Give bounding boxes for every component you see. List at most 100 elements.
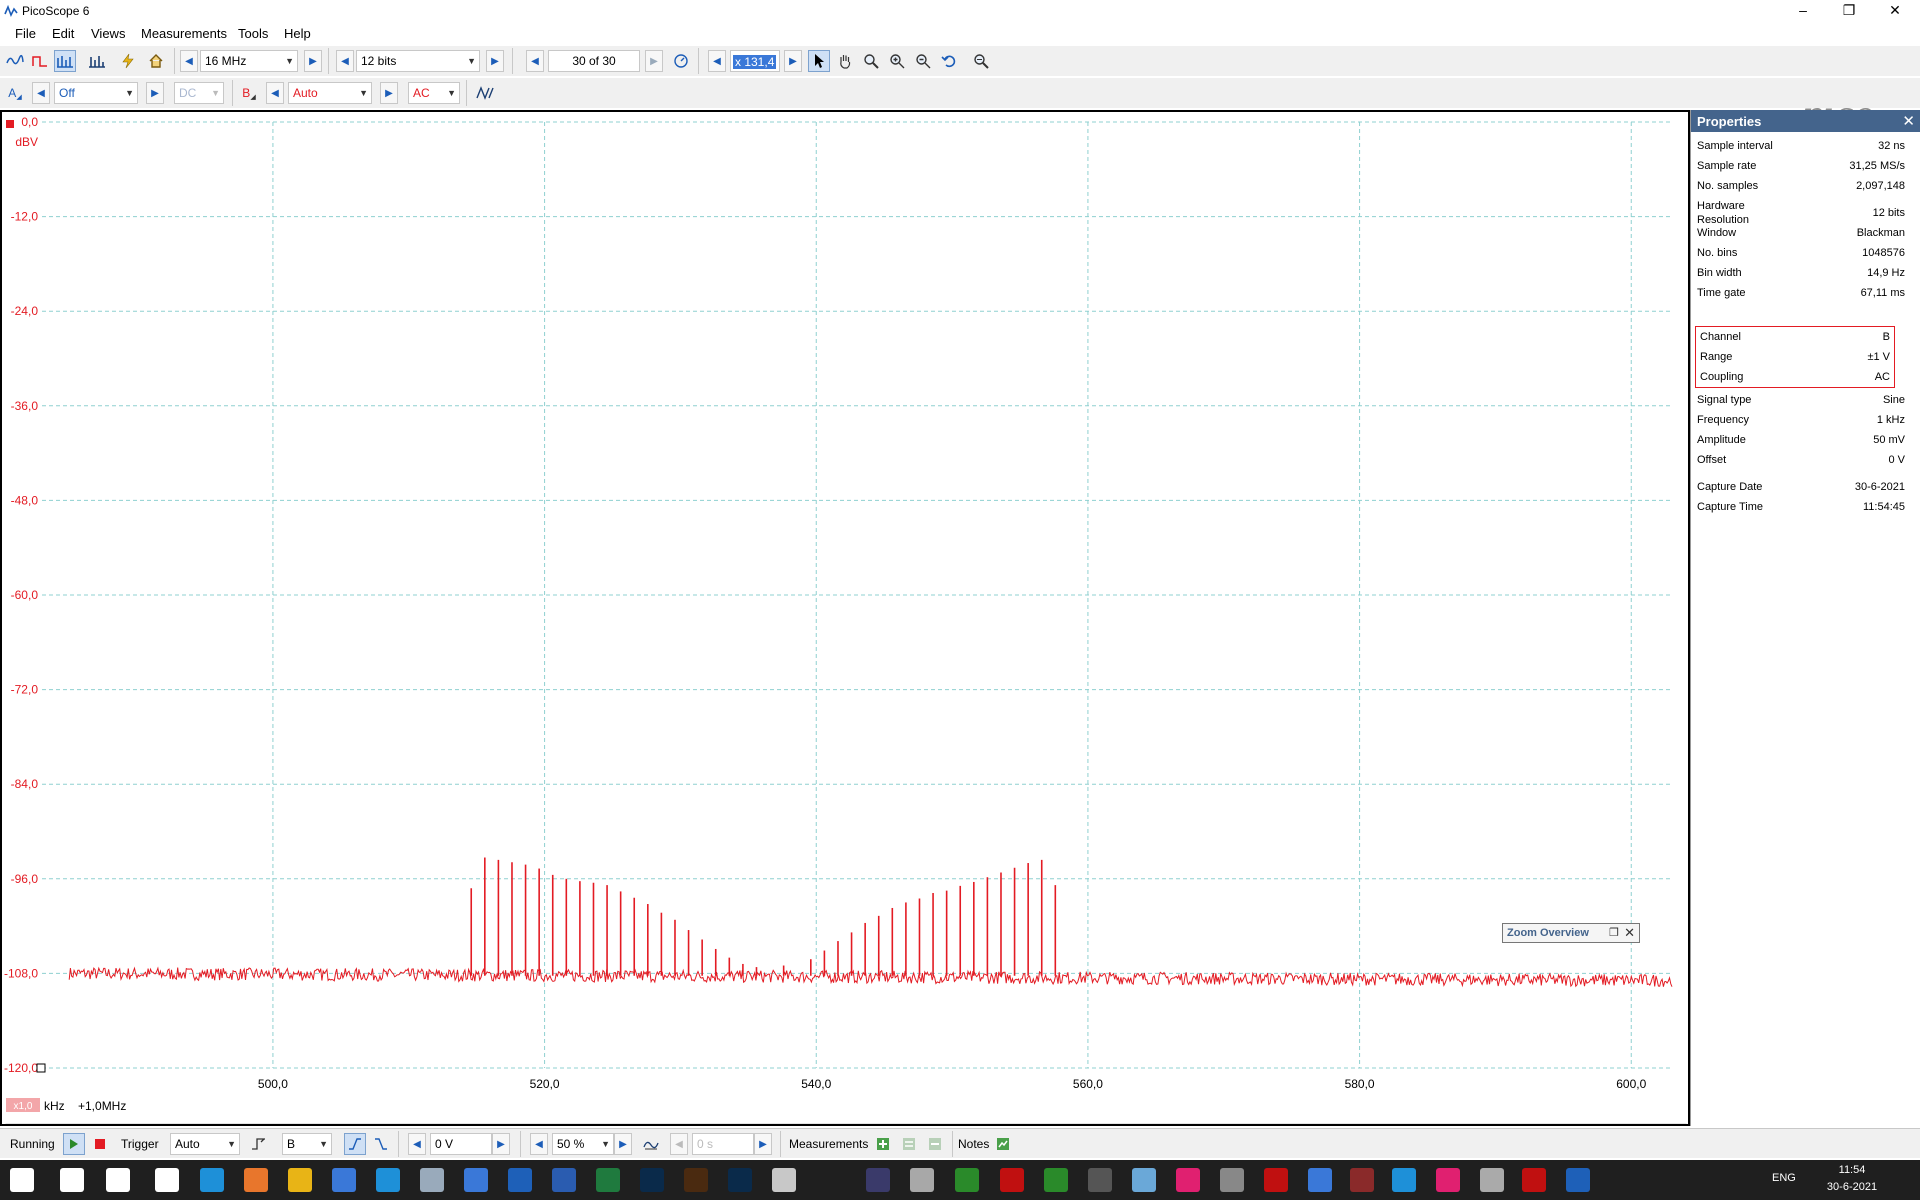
- resolution-select[interactable]: 12 bits ▼: [356, 50, 480, 72]
- app-icon[interactable]: [1132, 1168, 1156, 1192]
- pretrigger-prev[interactable]: ◀: [530, 1133, 548, 1155]
- bandwidth-next-button[interactable]: ▶: [304, 50, 322, 72]
- clock-time[interactable]: 11:54: [1822, 1164, 1882, 1176]
- photoshop-icon[interactable]: [640, 1168, 664, 1192]
- undo-zoom-icon[interactable]: [938, 50, 960, 72]
- channel-b-range-select[interactable]: Auto ▼: [288, 82, 372, 104]
- menu-views[interactable]: Views: [91, 26, 125, 41]
- menu-tools[interactable]: Tools: [238, 26, 268, 41]
- app-icon[interactable]: [1350, 1168, 1374, 1192]
- properties-close-icon[interactable]: ✕: [1902, 112, 1915, 130]
- delay-next[interactable]: ▶: [754, 1133, 772, 1155]
- app-icon[interactable]: [1566, 1168, 1590, 1192]
- close-button[interactable]: ✕: [1872, 0, 1918, 22]
- start-button[interactable]: [63, 1133, 85, 1155]
- zoom-out-icon[interactable]: [912, 50, 934, 72]
- app-icon[interactable]: [910, 1168, 934, 1192]
- zoom-next-button[interactable]: ▶: [784, 50, 802, 72]
- math-channels-icon[interactable]: [474, 82, 496, 104]
- task-view-icon[interactable]: [155, 1168, 179, 1192]
- picoscope-taskbar-icon[interactable]: [1308, 1168, 1332, 1192]
- edge-icon[interactable]: [200, 1168, 224, 1192]
- minimize-button[interactable]: –: [1780, 0, 1826, 22]
- cortana-icon[interactable]: [106, 1168, 130, 1192]
- ie-icon[interactable]: [376, 1168, 400, 1192]
- bridge-icon[interactable]: [684, 1168, 708, 1192]
- app-icon[interactable]: [1436, 1168, 1460, 1192]
- calculator-icon[interactable]: [464, 1168, 488, 1192]
- app-icon[interactable]: [772, 1168, 796, 1192]
- persistence-mode-icon[interactable]: [29, 50, 51, 72]
- auto-setup-icon[interactable]: [117, 50, 139, 72]
- zoom-overview-close-icon[interactable]: ✕: [1624, 925, 1635, 941]
- channel-b-range-next[interactable]: ▶: [380, 82, 398, 104]
- trigger-level-next[interactable]: ▶: [492, 1133, 510, 1155]
- menu-file[interactable]: File: [15, 26, 36, 41]
- app-icon[interactable]: [955, 1168, 979, 1192]
- excel-icon[interactable]: [596, 1168, 620, 1192]
- trigger-level-prev[interactable]: ◀: [408, 1133, 426, 1155]
- zoom-to-fit-icon[interactable]: [970, 50, 992, 72]
- app-icon[interactable]: [1000, 1168, 1024, 1192]
- zoom-overview-restore-icon[interactable]: ❐: [1609, 926, 1619, 939]
- buffer-next-button[interactable]: ▶: [645, 50, 663, 72]
- channel-b-coupling-select[interactable]: AC ▼: [408, 82, 460, 104]
- falling-edge-icon[interactable]: [370, 1133, 392, 1155]
- delete-measurement-icon[interactable]: [924, 1133, 946, 1155]
- delay-field[interactable]: 0 s: [692, 1133, 754, 1155]
- zoom-prev-button[interactable]: ◀: [708, 50, 726, 72]
- file-explorer-icon[interactable]: [288, 1168, 312, 1192]
- home-icon[interactable]: [145, 50, 167, 72]
- pretrigger-select[interactable]: 50 % ▼: [552, 1133, 614, 1155]
- advanced-trigger-icon[interactable]: [248, 1133, 270, 1155]
- lightroom-icon[interactable]: [728, 1168, 752, 1192]
- zoom-overview-panel[interactable]: Zoom Overview ❐ ✕: [1502, 923, 1640, 943]
- menu-help[interactable]: Help: [284, 26, 311, 41]
- scope-mode-icon[interactable]: [4, 50, 26, 72]
- menu-measurements[interactable]: Measurements: [141, 26, 227, 41]
- buffer-prev-button[interactable]: ◀: [526, 50, 544, 72]
- spectrum-view[interactable]: 0,0 -12,0 -24,0 -36,0 -48,0 -60,0 -72,0 -84,0 -9…: [0, 110, 1690, 1126]
- outlook-icon[interactable]: [508, 1168, 532, 1192]
- delay-prev[interactable]: ◀: [670, 1133, 688, 1155]
- app-icon[interactable]: [1264, 1168, 1288, 1192]
- notes-icon[interactable]: [992, 1133, 1014, 1155]
- bandwidth-prev-button[interactable]: ◀: [180, 50, 198, 72]
- pretrigger-next[interactable]: ▶: [614, 1133, 632, 1155]
- channel-a-range-next[interactable]: ▶: [146, 82, 164, 104]
- firefox-icon[interactable]: [244, 1168, 268, 1192]
- rising-edge-icon[interactable]: [344, 1133, 366, 1155]
- menu-edit[interactable]: Edit: [52, 26, 74, 41]
- restore-button[interactable]: ❐: [1826, 0, 1872, 22]
- channel-a-range-select[interactable]: Off ▼: [54, 82, 138, 104]
- zoom-factor-field[interactable]: x 131,4: [730, 50, 780, 72]
- zoom-region-icon[interactable]: [860, 50, 882, 72]
- app-icon[interactable]: [1044, 1168, 1068, 1192]
- add-measurement-icon[interactable]: [872, 1133, 894, 1155]
- app-icon[interactable]: [1220, 1168, 1244, 1192]
- spectrum-view-icon[interactable]: [86, 50, 108, 72]
- windows-start-icon[interactable]: [10, 1168, 34, 1192]
- resolution-next-button[interactable]: ▶: [486, 50, 504, 72]
- trigger-source-select[interactable]: B ▼: [282, 1133, 332, 1155]
- channel-b-range-prev[interactable]: ◀: [266, 82, 284, 104]
- app-icon[interactable]: [1392, 1168, 1416, 1192]
- buffer-navigator[interactable]: 30 of 30: [548, 50, 640, 72]
- edit-measurement-icon[interactable]: [898, 1133, 920, 1155]
- settings-app-icon[interactable]: [420, 1168, 444, 1192]
- language-indicator[interactable]: ENG: [1772, 1172, 1796, 1184]
- store-icon[interactable]: [332, 1168, 356, 1192]
- trigger-mode-select[interactable]: Auto ▼: [170, 1133, 240, 1155]
- app-icon[interactable]: [1176, 1168, 1200, 1192]
- app-icon[interactable]: [1088, 1168, 1112, 1192]
- app-icon[interactable]: [1522, 1168, 1546, 1192]
- search-icon[interactable]: [60, 1168, 84, 1192]
- clock-date[interactable]: 30-6-2021: [1822, 1181, 1882, 1193]
- zoom-in-icon[interactable]: [886, 50, 908, 72]
- channel-a-options-button[interactable]: A ◢: [4, 82, 26, 104]
- pointer-tool-icon[interactable]: [808, 50, 830, 72]
- channel-a-coupling-select[interactable]: DC ▼: [174, 82, 224, 104]
- spectrum-mode-icon[interactable]: [54, 50, 76, 72]
- app-icon[interactable]: [866, 1168, 890, 1192]
- bandwidth-select[interactable]: 16 MHz ▼: [200, 50, 298, 72]
